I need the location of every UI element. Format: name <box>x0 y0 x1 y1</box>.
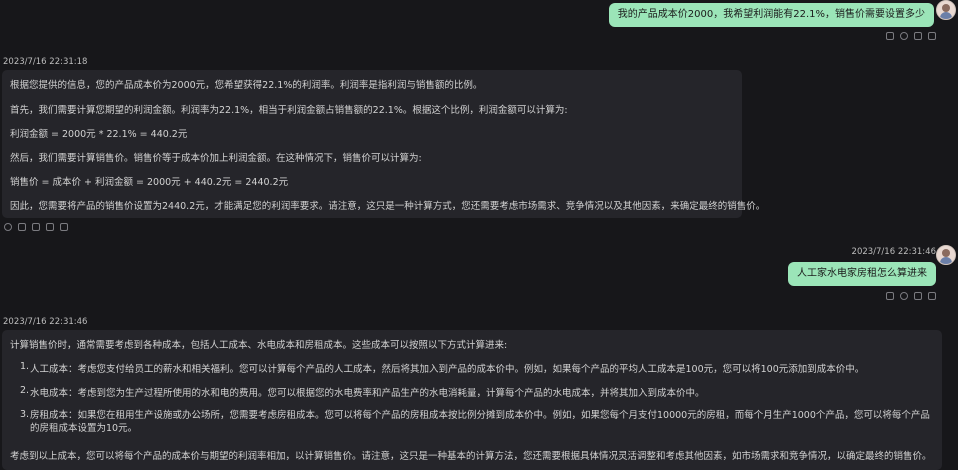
user-message-text: 我的产品成本价2000，我希望利润能有22.1%，销售价需要设置多少 <box>617 9 925 20</box>
user-message-text: 人工家水电家房租怎么算进来 <box>797 268 927 279</box>
delete-icon[interactable] <box>928 32 936 40</box>
assistant-message-bubble: 根据您提供的信息，您的产品成本价为2000元，您希望获得22.1%的利润率。利润… <box>2 70 765 218</box>
message-actions <box>886 32 936 40</box>
copy-icon[interactable] <box>32 223 40 231</box>
list-item-number: 3. <box>20 409 30 420</box>
list-item: 房租成本：如果您在租用生产设施或办公场所，您需要考虑房租成本。您可以将每个产品的… <box>30 410 930 434</box>
user-message-bubble: 人工家水电家房租怎么算进来 <box>788 262 936 286</box>
message-paragraph: 销售价 = 成本价 + 利润金额 = 2000元 + 440.2元 = 2440… <box>10 177 289 188</box>
copy-icon[interactable] <box>18 223 26 231</box>
message-paragraph: 根据您提供的信息，您的产品成本价为2000元，您希望获得22.1%的利润率。利润… <box>10 80 483 91</box>
message-timestamp: 2023/7/16 22:31:18 <box>3 57 88 67</box>
message-actions <box>4 223 68 231</box>
message-paragraph: 因此，您需要将产品的销售价设置为2440.2元，才能满足您的利润率要求。请注意，… <box>10 201 766 212</box>
delete-icon[interactable] <box>928 292 936 300</box>
message-actions <box>886 292 936 300</box>
user-message-bubble: 我的产品成本价2000，我希望利润能有22.1%，销售价需要设置多少 <box>608 3 934 27</box>
message-intro: 计算销售价时，通常需要考虑到各种成本，包括人工成本、水电成本和房租成本。这些成本… <box>10 340 508 351</box>
copy-icon[interactable] <box>914 292 922 300</box>
message-timestamp: 2023/7/16 22:31:46 <box>3 317 88 327</box>
user-avatar <box>936 0 956 20</box>
list-item-number: 2. <box>20 385 30 396</box>
list-item: 水电成本：考虑到您为生产过程所使用的水和电的费用。您可以根据您的水电费率和产品生… <box>30 388 705 399</box>
edit-icon[interactable] <box>886 32 894 40</box>
edit-icon[interactable] <box>886 292 894 300</box>
message-paragraph: 然后，我们需要计算销售价。销售价等于成本价加上利润金额。在这种情况下，销售价可以… <box>10 153 422 164</box>
message-paragraph: 利润金额 = 2000元 * 22.1% = 440.2元 <box>10 129 188 140</box>
refresh-icon[interactable] <box>900 292 908 300</box>
assistant-message-bubble: 计算销售价时，通常需要考虑到各种成本，包括人工成本、水电成本和房租成本。这些成本… <box>2 330 942 470</box>
user-avatar <box>936 245 956 265</box>
save-icon[interactable] <box>46 223 54 231</box>
message-paragraph: 首先，我们需要计算您期望的利润金额。利润率为22.1%，相当于利润金额占销售额的… <box>10 105 568 116</box>
message-outro: 考虑到以上成本，您可以将每个产品的成本价与期望的利润率相加，以计算销售价。请注意… <box>10 451 932 462</box>
list-item: 人工成本：考虑您支付给员工的薪水和相关福利。您可以计算每个产品的人工成本，然后将… <box>30 364 865 375</box>
refresh-icon[interactable] <box>900 32 908 40</box>
refresh-icon[interactable] <box>4 223 12 231</box>
copy-icon[interactable] <box>914 32 922 40</box>
message-timestamp: 2023/7/16 22:31:46 <box>851 247 936 257</box>
list-item-number: 1. <box>20 361 30 372</box>
delete-icon[interactable] <box>60 223 68 231</box>
